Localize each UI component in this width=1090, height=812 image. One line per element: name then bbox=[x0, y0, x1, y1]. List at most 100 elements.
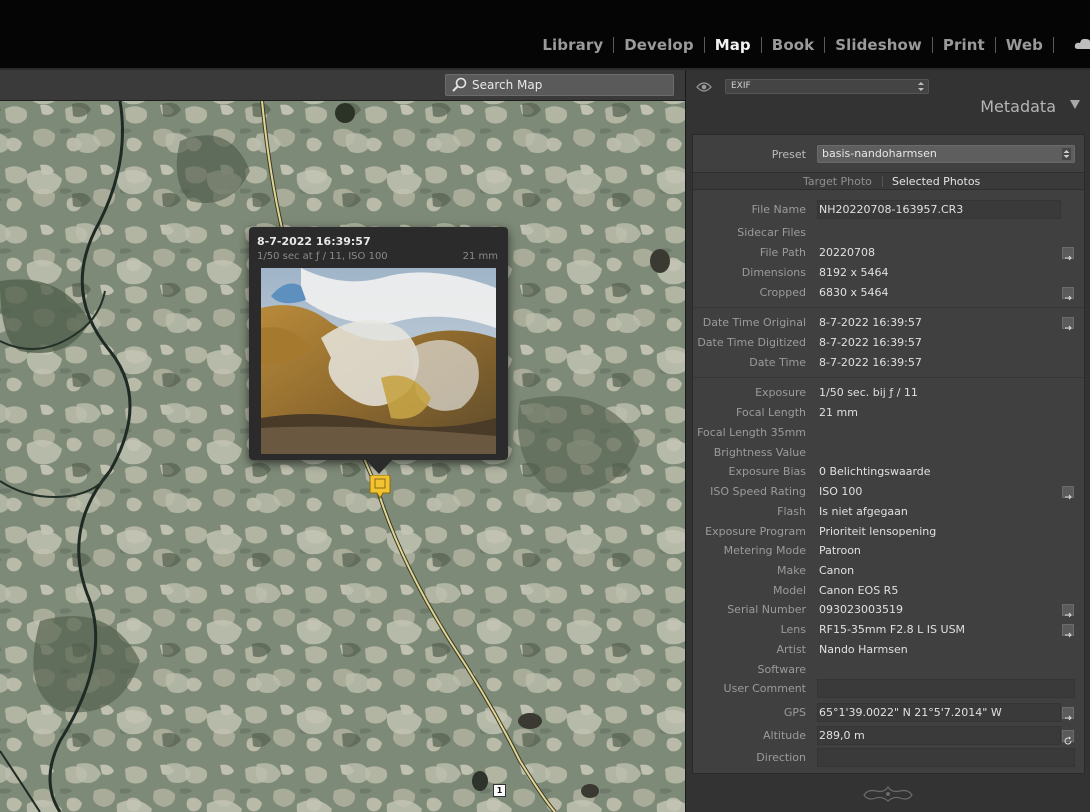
panel-title: Metadata bbox=[980, 97, 1056, 116]
metadata-label: Direction bbox=[756, 751, 806, 764]
metadata-row: Metering Mode Patroon bbox=[693, 541, 1084, 560]
metadata-row: GPS 65°1'39.0022" N 21°5'7.2014" W bbox=[693, 703, 1084, 722]
metadata-label: Artist bbox=[776, 643, 806, 656]
module-develop[interactable]: Develop bbox=[614, 36, 703, 54]
popup-capture-date: 8-7-2022 16:39:57 bbox=[257, 235, 371, 248]
eye-icon[interactable] bbox=[696, 81, 712, 93]
metadata-value: 20220708 bbox=[819, 246, 875, 259]
metadata-value: RF15-35mm F2.8 L IS USM bbox=[819, 623, 966, 636]
metadata-panel: EXIF Metadata Preset basis-nandoharmsen … bbox=[685, 70, 1090, 812]
metadata-label: ISO Speed Rating bbox=[710, 485, 806, 498]
metadata-label: Metering Mode bbox=[723, 544, 806, 557]
metadata-value: 65°1'39.0022" N 21°5'7.2014" W bbox=[819, 706, 1002, 719]
metadata-label: Brightness Value bbox=[713, 446, 806, 459]
metadata-value: Nando Harmsen bbox=[819, 643, 908, 656]
metadata-label: Dimensions bbox=[741, 266, 806, 279]
metadata-value: Patroon bbox=[819, 544, 861, 557]
map-search-input[interactable] bbox=[472, 78, 662, 92]
metadata-row: User Comment bbox=[693, 679, 1084, 698]
map-pin-icon[interactable] bbox=[369, 475, 391, 499]
map-toolbar bbox=[0, 70, 685, 101]
tab-target-photo[interactable]: Target Photo bbox=[803, 175, 872, 188]
go-arrow-icon[interactable] bbox=[1062, 624, 1074, 638]
map-search-box[interactable] bbox=[445, 74, 674, 96]
metadata-row: Focal Length 21 mm bbox=[693, 403, 1084, 422]
refresh-icon[interactable] bbox=[1062, 730, 1074, 745]
preset-select[interactable]: basis-nandoharmsen bbox=[817, 145, 1075, 163]
updown-chevron-icon bbox=[918, 82, 924, 91]
metadata-value-field[interactable] bbox=[817, 748, 1075, 767]
module-separator bbox=[1053, 37, 1054, 53]
module-map[interactable]: Map bbox=[705, 36, 761, 54]
module-print[interactable]: Print bbox=[933, 36, 995, 54]
metadata-label: Date Time Original bbox=[702, 316, 806, 329]
metadata-row: Artist Nando Harmsen bbox=[693, 640, 1084, 659]
metadata-row: Exposure Program Prioriteit lensopening bbox=[693, 522, 1084, 541]
metadata-row: Make Canon bbox=[693, 561, 1084, 580]
tab-selected-photos[interactable]: Selected Photos bbox=[892, 175, 980, 188]
go-arrow-icon[interactable] bbox=[1062, 486, 1074, 500]
metadata-row: File Name NH20220708-163957.CR3 bbox=[693, 200, 1084, 219]
route-number-marker: 1 bbox=[493, 784, 506, 797]
metadata-row: Direction bbox=[693, 748, 1084, 767]
metadata-label: Model bbox=[772, 584, 806, 597]
metadata-label: Software bbox=[757, 663, 807, 676]
metadata-value: 8-7-2022 16:39:57 bbox=[819, 316, 922, 329]
go-arrow-icon[interactable] bbox=[1062, 604, 1074, 618]
metadata-label: File Name bbox=[751, 203, 806, 216]
panel-end-ornament-icon bbox=[863, 785, 913, 802]
collapse-triangle-icon[interactable] bbox=[1070, 100, 1080, 109]
metadata-label: Serial Number bbox=[727, 603, 806, 616]
preset-label: Preset bbox=[771, 148, 806, 161]
metadata-group-separator bbox=[693, 307, 1084, 308]
metadata-row: Software bbox=[693, 660, 1084, 679]
metadata-row: Dimensions 8192 x 5464 bbox=[693, 263, 1084, 282]
metadata-value: Canon EOS R5 bbox=[819, 584, 899, 597]
module-slideshow[interactable]: Slideshow bbox=[825, 36, 932, 54]
module-book[interactable]: Book bbox=[762, 36, 824, 54]
popup-pointer bbox=[366, 460, 392, 474]
metadata-fields: Preset basis-nandoharmsen Target Photo S… bbox=[692, 134, 1085, 774]
module-web[interactable]: Web bbox=[996, 36, 1053, 54]
tab-divider bbox=[882, 176, 883, 187]
metadata-value-field[interactable] bbox=[817, 679, 1075, 698]
photo-thumbnail[interactable] bbox=[261, 268, 496, 454]
metadata-value: NH20220708-163957.CR3 bbox=[819, 203, 964, 216]
metadata-value: 093023003519 bbox=[819, 603, 903, 616]
cloud-icon[interactable] bbox=[1074, 38, 1090, 50]
preset-row: Preset basis-nandoharmsen bbox=[693, 135, 1084, 173]
metadata-label: Make bbox=[777, 564, 806, 577]
photo-info-popup[interactable]: 8-7-2022 16:39:57 1/50 sec at ƒ / 11, IS… bbox=[249, 227, 508, 460]
metadata-label: Exposure bbox=[755, 386, 806, 399]
magnifier-icon bbox=[452, 77, 467, 92]
popup-focal-length: 21 mm bbox=[462, 251, 498, 262]
metadata-label: Altitude bbox=[763, 729, 806, 742]
metadata-row: Serial Number 093023003519 bbox=[693, 600, 1084, 619]
metadata-row: Model Canon EOS R5 bbox=[693, 581, 1084, 600]
preset-value: basis-nandoharmsen bbox=[822, 147, 937, 160]
metadata-row: Date Time Digitized 8-7-2022 16:39:57 bbox=[693, 333, 1084, 352]
metadata-value: 8192 x 5464 bbox=[819, 266, 889, 279]
go-arrow-icon[interactable] bbox=[1062, 707, 1074, 721]
module-list: Library Develop Map Book Slideshow Print… bbox=[532, 36, 1054, 54]
go-arrow-icon[interactable] bbox=[1062, 247, 1074, 261]
metadata-value: 8-7-2022 16:39:57 bbox=[819, 336, 922, 349]
metadata-view-value: EXIF bbox=[731, 81, 751, 91]
module-library[interactable]: Library bbox=[532, 36, 613, 54]
metadata-value: 1/50 sec. bij ƒ / 11 bbox=[819, 386, 918, 399]
updown-chevron-icon bbox=[1062, 148, 1071, 160]
metadata-row: Altitude 289,0 m bbox=[693, 726, 1084, 745]
metadata-view-select[interactable]: EXIF bbox=[725, 79, 929, 94]
metadata-row: Date Time Original 8-7-2022 16:39:57 bbox=[693, 313, 1084, 332]
popup-exposure-info: 1/50 sec at ƒ / 11, ISO 100 bbox=[257, 251, 388, 262]
metadata-row: Flash Is niet afgegaan bbox=[693, 502, 1084, 521]
metadata-value: 6830 x 5464 bbox=[819, 286, 889, 299]
metadata-row: Date Time 8-7-2022 16:39:57 bbox=[693, 353, 1084, 372]
metadata-value: Is niet afgegaan bbox=[819, 505, 908, 518]
metadata-label: Exposure Bias bbox=[728, 465, 807, 478]
metadata-row: Exposure Bias 0 Belichtingswaarde bbox=[693, 462, 1084, 481]
go-arrow-icon[interactable] bbox=[1062, 317, 1074, 331]
go-arrow-icon[interactable] bbox=[1062, 287, 1074, 301]
metadata-row: File Path 20220708 bbox=[693, 243, 1084, 262]
metadata-label: Flash bbox=[777, 505, 806, 518]
